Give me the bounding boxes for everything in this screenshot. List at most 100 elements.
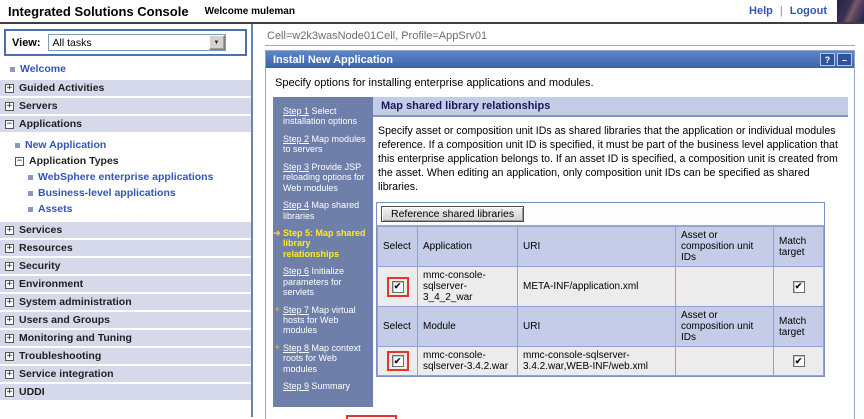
sidebar-section-system-administration[interactable]: + System administration bbox=[0, 294, 251, 310]
wizard-steps-list: Step 1 Select installation options Step … bbox=[273, 97, 373, 407]
module-header-row: Select Module URI Asset or composition u… bbox=[377, 306, 824, 348]
sidebar-item-new-application[interactable]: New Application bbox=[15, 137, 251, 153]
sidebar-section-environment[interactable]: + Environment bbox=[0, 276, 251, 292]
wizard-step-3: Step 3 Provide JSP reloading options for… bbox=[283, 161, 365, 193]
expand-icon[interactable]: + bbox=[5, 225, 14, 235]
collapse-icon[interactable]: − bbox=[15, 156, 24, 166]
shared-library-mapping-table: Select Application URI Asset or composit… bbox=[377, 226, 824, 377]
module-uri-cell: mmc-console-sqlserver-3.4.2.war,WEB-INF/… bbox=[517, 346, 676, 377]
bullet-icon bbox=[28, 206, 33, 212]
step-description: Specify asset or composition unit IDs as… bbox=[378, 125, 838, 194]
step-1-link[interactable]: Step 1 bbox=[283, 106, 309, 116]
view-select[interactable]: All tasks ▼ bbox=[47, 34, 226, 51]
wizard-intro-text: Specify options for installing enterpris… bbox=[275, 77, 594, 89]
select-module-checkbox[interactable]: ✔ bbox=[391, 355, 404, 368]
annotation-highlight: ✔ bbox=[386, 276, 409, 297]
logout-link[interactable]: Logout bbox=[790, 5, 827, 17]
link-separator: | bbox=[779, 5, 783, 17]
application-header-row: Select Application URI Asset or composit… bbox=[377, 226, 824, 268]
welcome-link: Welcome bbox=[20, 63, 66, 75]
expand-icon[interactable]: + bbox=[5, 297, 14, 307]
sidebar-section-services[interactable]: + Services bbox=[0, 222, 251, 238]
bullet-icon bbox=[28, 174, 33, 180]
expand-icon[interactable]: + bbox=[5, 333, 14, 343]
wizard-step-2: Step 2 Map modules to servers bbox=[283, 133, 366, 155]
application-row: ✔ mmc-console-sqlserver-3_4_2_war META-I… bbox=[377, 266, 824, 308]
panel-titlebar: Install New Application ? – bbox=[266, 51, 854, 68]
expand-icon[interactable]: + bbox=[5, 315, 14, 325]
expand-icon[interactable]: + bbox=[5, 243, 14, 253]
annotation-highlight: Next bbox=[345, 414, 398, 419]
sidebar-section-service-integration[interactable]: + Service integration bbox=[0, 366, 251, 382]
step-heading: Map shared library relationships bbox=[373, 97, 848, 117]
sidebar-section-applications[interactable]: − Applications bbox=[0, 116, 251, 132]
expand-icon[interactable]: + bbox=[5, 351, 14, 361]
view-select-value: All tasks bbox=[52, 36, 92, 49]
module-match-target-checkbox[interactable]: ✔ bbox=[792, 355, 805, 368]
step-9-link[interactable]: Step 9 bbox=[283, 381, 309, 391]
step-4-link[interactable]: Step 4 bbox=[283, 200, 309, 210]
view-label: View: bbox=[12, 36, 41, 49]
wizard-step-4: Step 4 Map shared libraries bbox=[283, 200, 360, 221]
step-6-link[interactable]: Step 6 bbox=[283, 266, 309, 276]
sidebar-section-security[interactable]: + Security bbox=[0, 258, 251, 274]
panel-help-button[interactable]: ? bbox=[820, 53, 835, 66]
sidebar-item-application-types[interactable]: − Application Types bbox=[15, 153, 251, 169]
sidebar-item-websphere-enterprise-applications[interactable]: WebSphere enterprise applications bbox=[28, 169, 251, 185]
table-toolbar: Reference shared libraries bbox=[377, 203, 824, 227]
sidebar-item-assets[interactable]: Assets bbox=[28, 201, 251, 217]
websphere-console-screen: Integrated Solutions Console Welcome mul… bbox=[0, 0, 864, 419]
sidebar-section-guided-activities[interactable]: + Guided Activities bbox=[0, 80, 251, 96]
dropdown-arrow-icon[interactable]: ▼ bbox=[208, 35, 225, 50]
select-application-checkbox[interactable]: ✔ bbox=[391, 280, 404, 293]
module-row: ✔ mmc-console-sqlserver-3.4.2.war mmc-co… bbox=[377, 346, 824, 377]
panel-controls: ? – bbox=[820, 53, 852, 66]
current-step-arrow-icon: ➜ bbox=[273, 227, 281, 238]
panel-body: Specify options for installing enterpris… bbox=[266, 68, 854, 419]
panel-minimize-button[interactable]: – bbox=[837, 53, 852, 66]
panel-title: Install New Application bbox=[273, 53, 393, 66]
collapse-icon[interactable]: − bbox=[5, 119, 14, 129]
shared-library-table: Reference shared libraries Select Applic… bbox=[376, 202, 825, 378]
top-banner: Integrated Solutions Console Welcome mul… bbox=[0, 0, 864, 24]
sidebar-item-welcome[interactable]: Welcome bbox=[0, 61, 251, 80]
application-uri-cell: META-INF/application.xml bbox=[517, 266, 676, 308]
sidebar-section-uddi[interactable]: + UDDI bbox=[0, 384, 251, 400]
expand-icon[interactable]: + bbox=[5, 369, 14, 379]
sidebar-section-monitoring-and-tuning[interactable]: + Monitoring and Tuning bbox=[0, 330, 251, 346]
sidebar-section-resources[interactable]: + Resources bbox=[0, 240, 251, 256]
expand-icon[interactable]: + bbox=[5, 83, 14, 93]
application-name-cell: mmc-console-sqlserver-3_4_2_war bbox=[417, 266, 518, 308]
sidebar-section-users-and-groups[interactable]: + Users and Groups bbox=[0, 312, 251, 328]
help-link[interactable]: Help bbox=[749, 5, 773, 17]
bullet-icon bbox=[15, 142, 20, 148]
content-area: Cell=w2k3wasNode01Cell, Profile=AppSrv01… bbox=[253, 24, 864, 419]
application-match-target-checkbox[interactable]: ✔ bbox=[792, 280, 805, 293]
step-3-link[interactable]: Step 3 bbox=[283, 162, 309, 172]
bullet-icon bbox=[28, 190, 33, 196]
application-asset-ids-cell bbox=[675, 266, 774, 308]
wizard-buttons-row: Previous Next Cancel bbox=[273, 407, 848, 419]
sidebar-section-troubleshooting[interactable]: + Troubleshooting bbox=[0, 348, 251, 364]
expand-icon[interactable]: + bbox=[5, 261, 14, 271]
banner-graphic bbox=[837, 0, 864, 22]
applications-section-body: New Application − Application Types WebS… bbox=[0, 134, 251, 222]
console-title: Integrated Solutions Console bbox=[8, 3, 189, 19]
install-new-application-panel: Install New Application ? – Specify opti… bbox=[265, 50, 855, 419]
application-types-list: WebSphere enterprise applications Busine… bbox=[15, 169, 251, 217]
main-layout: View: All tasks ▼ Welcome + Guided Activ… bbox=[0, 24, 864, 419]
wizard-step-7: ✦ Step 7 Map virtual hosts for Web modul… bbox=[274, 304, 356, 336]
step-7-link[interactable]: Step 7 bbox=[283, 305, 309, 315]
sidebar-item-business-level-applications[interactable]: Business-level applications bbox=[28, 185, 251, 201]
expand-icon[interactable]: + bbox=[5, 279, 14, 289]
step-2-link[interactable]: Step 2 bbox=[283, 134, 309, 144]
step-8-link[interactable]: Step 8 bbox=[283, 343, 309, 353]
view-filter-box: View: All tasks ▼ bbox=[4, 29, 247, 56]
module-asset-ids-cell bbox=[675, 346, 774, 377]
wizard-step-1: Step 1 Select installation options bbox=[283, 106, 358, 127]
reference-shared-libraries-button[interactable]: Reference shared libraries bbox=[381, 206, 525, 223]
sidebar-section-servers[interactable]: + Servers bbox=[0, 98, 251, 114]
expand-icon[interactable]: + bbox=[5, 101, 14, 111]
wizard-step-8: ✦ Step 8 Map context roots for Web modul… bbox=[274, 342, 361, 374]
expand-icon[interactable]: + bbox=[5, 387, 14, 397]
